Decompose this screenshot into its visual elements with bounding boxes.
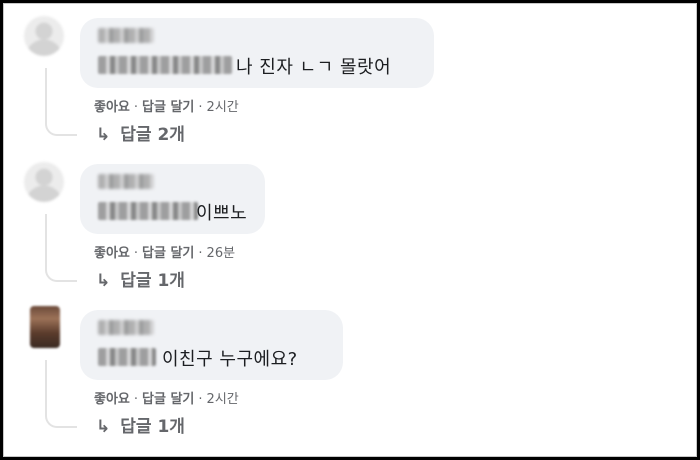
- reply-button[interactable]: 답글 달기: [142, 392, 194, 407]
- timestamp[interactable]: 26분: [207, 246, 236, 261]
- reply-button[interactable]: 답글 달기: [142, 100, 194, 115]
- comment-bubble: 이친구 누구에요?: [80, 310, 343, 380]
- separator: ·: [198, 392, 203, 407]
- text-redacted: [98, 56, 232, 74]
- text-redacted: [98, 202, 198, 220]
- replies-count: 답글 1개: [120, 271, 185, 291]
- comment-actions: 좋아요 · 답글 달기 · 2시간: [94, 96, 239, 115]
- view-replies-button[interactable]: ↳ 답글 1개: [96, 412, 185, 437]
- avatar[interactable]: [24, 16, 64, 56]
- separator: ·: [133, 100, 139, 115]
- reply-arrow-icon: ↳: [96, 417, 111, 437]
- separator: ·: [133, 392, 139, 407]
- comment-text: 나 진자 ㄴㄱ 몰랏어: [236, 57, 392, 78]
- avatar[interactable]: [30, 306, 60, 348]
- reply-arrow-icon: ↳: [96, 271, 111, 291]
- comment-bubble: 나 진자 ㄴㄱ 몰랏어: [80, 18, 434, 88]
- author-name-redacted[interactable]: [98, 174, 154, 189]
- avatar[interactable]: [24, 162, 64, 202]
- separator: ·: [198, 246, 203, 261]
- like-button[interactable]: 좋아요: [94, 246, 130, 261]
- thread-line: [45, 360, 77, 428]
- replies-count: 답글 2개: [120, 125, 185, 145]
- comment-text: 이친구 누구에요?: [162, 349, 298, 370]
- replies-count: 답글 1개: [120, 417, 185, 437]
- like-button[interactable]: 좋아요: [94, 392, 130, 407]
- separator: ·: [133, 246, 139, 261]
- reply-arrow-icon: ↳: [96, 125, 111, 145]
- author-name-redacted[interactable]: [98, 320, 154, 335]
- separator: ·: [198, 100, 203, 115]
- comment-item: 나 진자 ㄴㄱ 몰랏어 좋아요 · 답글 달기 · 2시간 ↳ 답글 2개: [4, 10, 696, 150]
- view-replies-button[interactable]: ↳ 답글 1개: [96, 266, 185, 291]
- comment-item: 이친구 누구에요? 좋아요 · 답글 달기 · 2시간 ↳ 답글 1개: [4, 302, 696, 442]
- view-replies-button[interactable]: ↳ 답글 2개: [96, 120, 185, 145]
- comment-section: 나 진자 ㄴㄱ 몰랏어 좋아요 · 답글 달기 · 2시간 ↳ 답글 2개 이쁘노 좋아요…: [3, 3, 697, 457]
- comment-actions: 좋아요 · 답글 달기 · 26분: [94, 242, 235, 261]
- thread-line: [45, 68, 77, 136]
- author-name-redacted[interactable]: [98, 28, 154, 43]
- comment-bubble: 이쁘노: [80, 164, 265, 234]
- comment-text: 이쁘노: [196, 203, 248, 224]
- text-redacted: [98, 348, 156, 366]
- comment-item: 이쁘노 좋아요 · 답글 달기 · 26분 ↳ 답글 1개: [4, 156, 696, 296]
- reply-button[interactable]: 답글 달기: [142, 246, 194, 261]
- timestamp[interactable]: 2시간: [207, 100, 239, 115]
- like-button[interactable]: 좋아요: [94, 100, 130, 115]
- thread-line: [45, 214, 77, 282]
- comment-actions: 좋아요 · 답글 달기 · 2시간: [94, 388, 239, 407]
- timestamp[interactable]: 2시간: [207, 392, 239, 407]
